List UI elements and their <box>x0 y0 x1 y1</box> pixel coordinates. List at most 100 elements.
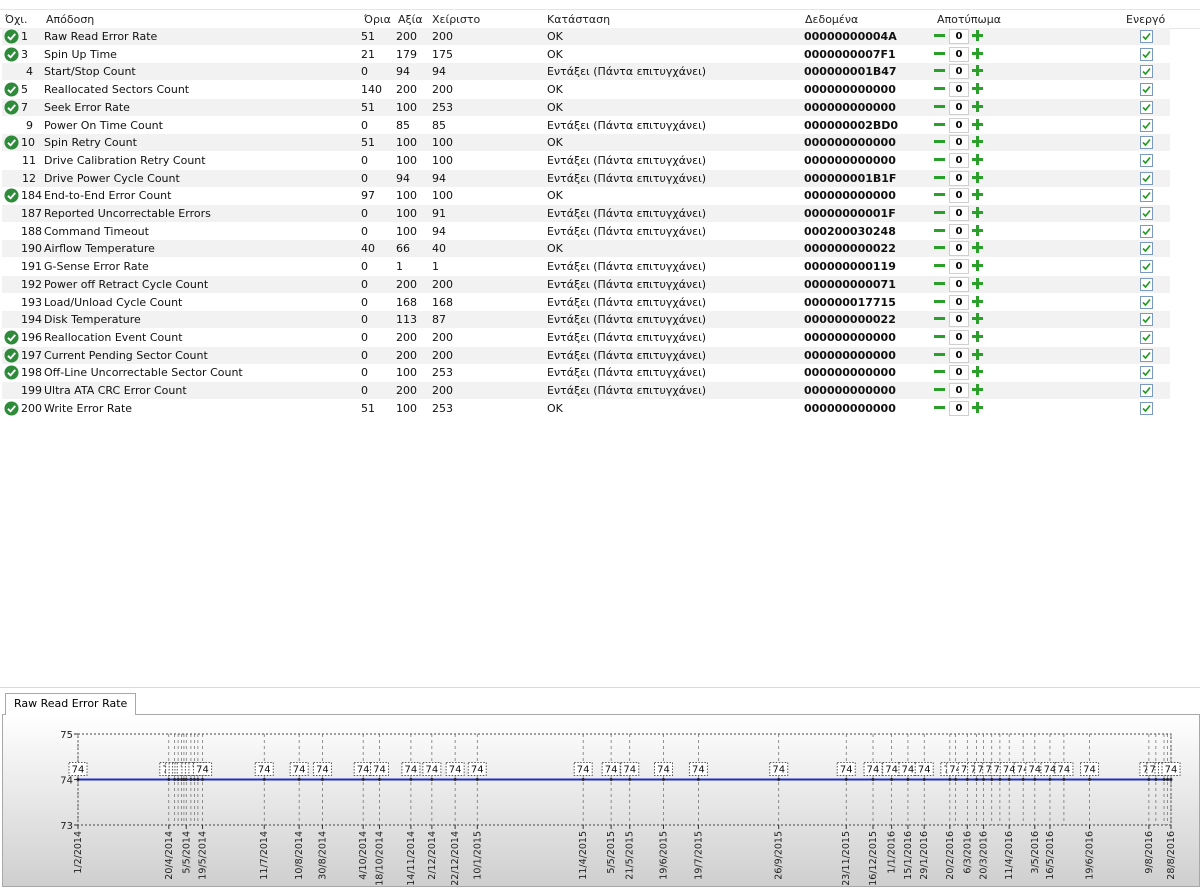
col-worst[interactable]: Χείριστο <box>432 13 480 26</box>
active-checkbox[interactable] <box>1140 65 1153 79</box>
minus-icon[interactable] <box>933 47 946 60</box>
tab-raw-read-error-rate[interactable]: Raw Read Error Rate <box>5 693 137 716</box>
active-checkbox[interactable] <box>1140 330 1153 344</box>
fingerprint-counter[interactable]: 0 <box>949 117 969 133</box>
fingerprint-counter[interactable]: 0 <box>949 259 969 275</box>
plus-icon[interactable] <box>971 241 984 254</box>
active-checkbox[interactable] <box>1140 224 1153 238</box>
table-row[interactable]: 10 Spin Retry Count 51 100 100 OK 000000000000… <box>2 134 1170 152</box>
plus-icon[interactable] <box>971 383 984 396</box>
plus-icon[interactable] <box>971 206 984 219</box>
fingerprint-counter[interactable]: 0 <box>949 223 969 239</box>
fingerprint-counter[interactable]: 0 <box>949 188 969 204</box>
fingerprint-counter[interactable]: 0 <box>949 400 969 416</box>
table-row[interactable]: 192 Power off Retract Cycle Count 0 200 200 Ε… <box>2 275 1170 293</box>
plus-icon[interactable] <box>971 401 984 414</box>
minus-icon[interactable] <box>933 401 946 414</box>
active-checkbox[interactable] <box>1140 401 1153 415</box>
fingerprint-counter[interactable]: 0 <box>949 29 969 44</box>
active-checkbox[interactable] <box>1140 118 1153 132</box>
plus-icon[interactable] <box>971 259 984 272</box>
col-value[interactable]: Αξία <box>398 13 423 26</box>
table-row[interactable]: 188 Command Timeout 0 100 94 Εντάξει (Πάντα ε… <box>2 223 1170 240</box>
plus-icon[interactable] <box>971 153 984 166</box>
fingerprint-counter[interactable]: 0 <box>949 206 969 221</box>
fingerprint-counter[interactable]: 0 <box>949 46 969 62</box>
fingerprint-counter[interactable]: 0 <box>949 152 969 168</box>
table-row[interactable]: 199 Ultra ATA CRC Error Count 0 200 200 Εντάξ… <box>2 382 1170 399</box>
minus-icon[interactable] <box>933 330 946 343</box>
minus-icon[interactable] <box>933 188 946 201</box>
minus-icon[interactable] <box>933 82 946 95</box>
plus-icon[interactable] <box>971 330 984 343</box>
active-checkbox[interactable] <box>1140 366 1153 380</box>
table-row[interactable]: 193 Load/Unload Cycle Count 0 168 168 Εντάξει… <box>2 294 1170 311</box>
table-row[interactable]: 194 Disk Temperature 0 113 87 Εντάξει (Πάντα … <box>2 311 1170 329</box>
table-row[interactable]: 190 Airflow Temperature 40 66 40 OK 0000000000… <box>2 240 1170 258</box>
active-checkbox[interactable] <box>1140 171 1153 185</box>
plus-icon[interactable] <box>971 135 984 148</box>
plus-icon[interactable] <box>971 100 984 113</box>
minus-icon[interactable] <box>933 64 946 77</box>
plus-icon[interactable] <box>971 82 984 95</box>
plus-icon[interactable] <box>971 365 984 378</box>
fingerprint-counter[interactable]: 0 <box>949 329 969 345</box>
col-data[interactable]: Δεδομένα <box>805 13 858 26</box>
minus-icon[interactable] <box>933 29 946 42</box>
minus-icon[interactable] <box>933 224 946 237</box>
plus-icon[interactable] <box>971 118 984 131</box>
minus-icon[interactable] <box>933 383 946 396</box>
minus-icon[interactable] <box>933 348 946 361</box>
plus-icon[interactable] <box>971 295 984 308</box>
col-attribute[interactable]: Απόδοση <box>46 13 94 26</box>
col-threshold[interactable]: Όρια <box>364 13 391 26</box>
active-checkbox[interactable] <box>1140 384 1153 397</box>
minus-icon[interactable] <box>933 365 946 378</box>
minus-icon[interactable] <box>933 206 946 219</box>
active-checkbox[interactable] <box>1140 83 1153 97</box>
fingerprint-counter[interactable]: 0 <box>949 241 969 257</box>
plus-icon[interactable] <box>971 171 984 184</box>
active-checkbox[interactable] <box>1140 136 1153 150</box>
fingerprint-counter[interactable]: 0 <box>949 276 969 292</box>
fingerprint-counter[interactable]: 0 <box>949 64 969 80</box>
table-row[interactable]: 11 Drive Calibration Retry Count 0 100 100 Εν… <box>2 152 1170 169</box>
fingerprint-counter[interactable]: 0 <box>949 82 969 98</box>
table-row[interactable]: 7 Seek Error Rate 51 100 253 OK 000000000000 0 <box>2 98 1170 116</box>
table-row[interactable]: 200 Write Error Rate 51 100 253 OK 00000000000… <box>2 400 1170 417</box>
minus-icon[interactable] <box>933 312 946 325</box>
active-checkbox[interactable] <box>1140 242 1153 256</box>
plus-icon[interactable] <box>971 224 984 237</box>
fingerprint-counter[interactable]: 0 <box>949 99 969 115</box>
table-row[interactable]: 12 Drive Power Cycle Count 0 94 94 Εντάξει (Π… <box>2 169 1170 187</box>
table-row[interactable]: 4 Start/Stop Count 0 94 94 Εντάξει (Πάντα επι… <box>2 63 1170 81</box>
active-checkbox[interactable] <box>1140 47 1153 61</box>
active-checkbox[interactable] <box>1140 348 1153 362</box>
minus-icon[interactable] <box>933 153 946 166</box>
plus-icon[interactable] <box>971 312 984 325</box>
table-row[interactable]: 3 Spin Up Time 21 179 175 OK 0000000007F1 0 <box>2 46 1170 63</box>
active-checkbox[interactable] <box>1140 189 1153 203</box>
minus-icon[interactable] <box>933 135 946 148</box>
plus-icon[interactable] <box>971 29 984 42</box>
table-row[interactable]: 196 Reallocation Event Count 0 200 200 Εντάξε… <box>2 329 1170 346</box>
col-id[interactable]: Όχι. <box>5 13 28 26</box>
table-row[interactable]: 9 Power On Time Count 0 85 85 Εντάξει (Πάντα … <box>2 117 1170 134</box>
col-active[interactable]: Ενεργό <box>1126 13 1165 26</box>
active-checkbox[interactable] <box>1140 100 1153 114</box>
active-checkbox[interactable] <box>1140 313 1153 327</box>
active-checkbox[interactable] <box>1140 295 1153 309</box>
fingerprint-counter[interactable]: 0 <box>949 294 969 310</box>
fingerprint-counter[interactable]: 0 <box>949 312 969 328</box>
minus-icon[interactable] <box>933 259 946 272</box>
minus-icon[interactable] <box>933 100 946 113</box>
table-row[interactable]: 198 Off-Line Uncorrectable Sector Count 0 1… <box>2 364 1170 381</box>
active-checkbox[interactable] <box>1140 277 1153 291</box>
minus-icon[interactable] <box>933 241 946 254</box>
fingerprint-counter[interactable]: 0 <box>949 383 969 398</box>
table-row[interactable]: 5 Reallocated Sectors Count 140 200 200 OK 000… <box>2 81 1170 98</box>
active-checkbox[interactable] <box>1140 260 1153 274</box>
fingerprint-counter[interactable]: 0 <box>949 135 969 151</box>
table-row[interactable]: 187 Reported Uncorrectable Errors 0 100 91 Εν… <box>2 205 1170 222</box>
plus-icon[interactable] <box>971 277 984 290</box>
